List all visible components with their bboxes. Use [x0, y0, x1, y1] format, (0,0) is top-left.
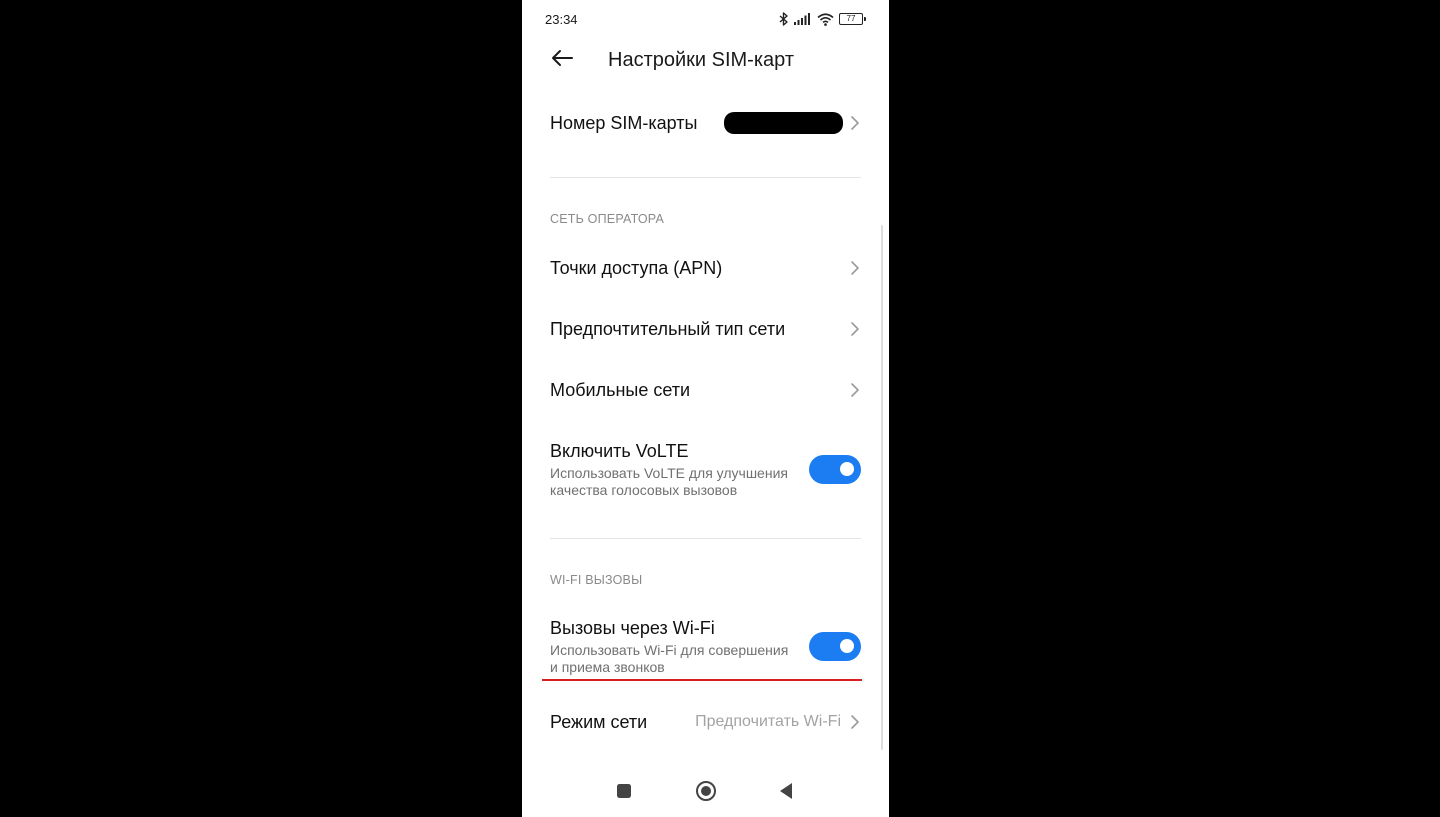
sim-number-label: Номер SIM-карты [550, 112, 698, 133]
page-title: Настройки SIM-карт [608, 49, 794, 71]
wifi-calling-title: Вызовы через Wi-Fi [550, 617, 715, 638]
signal-icon [794, 13, 812, 25]
divider [550, 538, 861, 539]
chevron-right-icon [849, 381, 861, 399]
recents-square-icon [616, 783, 632, 804]
back-triangle-icon [778, 782, 794, 805]
scrollbar[interactable] [881, 225, 883, 750]
preferred-network-label: Предпочтительный тип сети [550, 318, 786, 339]
section-header-operator-network: СЕТЬ ОПЕРАТОРА [550, 212, 665, 226]
wifi-calling-row[interactable]: Вызовы через Wi-Fi Использовать Wi-Fi дл… [550, 616, 861, 676]
volte-row[interactable]: Включить VoLTE Использовать VoLTE для ул… [550, 439, 861, 499]
volte-title: Включить VoLTE [550, 440, 689, 461]
chevron-right-icon [849, 713, 861, 731]
section-header-wifi-calls: WI-FI ВЫЗОВЫ [550, 573, 643, 587]
wifi-calling-text: Вызовы через Wi-Fi Использовать Wi-Fi дл… [550, 617, 788, 676]
arrow-left-icon [550, 49, 574, 72]
wifi-icon [817, 12, 834, 26]
network-mode-value: Предпочитать Wi-Fi [695, 713, 841, 730]
nav-back-button[interactable] [774, 781, 798, 805]
recents-button[interactable] [612, 781, 636, 805]
volte-subtitle-line1: Использовать VoLTE для улучшения [550, 464, 788, 481]
chevron-right-icon [849, 114, 861, 132]
back-button[interactable] [548, 47, 576, 73]
apn-label: Точки доступа (APN) [550, 257, 723, 278]
status-time: 23:34 [545, 12, 578, 27]
divider [550, 177, 861, 178]
home-circle-icon [695, 780, 717, 807]
phone-screen: 23:34 77 Настройки SIM-карт Номер SIM-ка… [522, 0, 889, 817]
wifi-calling-subtitle-line2: и приема звонков [550, 658, 665, 675]
toggle-knob [840, 462, 854, 476]
network-mode-label: Режим сети [550, 711, 648, 732]
volte-toggle[interactable] [809, 454, 861, 484]
network-mode-row[interactable]: Режим сети Предпочитать Wi-Fi [550, 707, 861, 737]
wifi-calling-toggle[interactable] [809, 631, 861, 661]
chevron-right-icon [849, 320, 861, 338]
status-icons: 77 [779, 10, 866, 28]
chevron-right-icon [849, 259, 861, 277]
highlight-underline [542, 679, 862, 681]
battery-icon: 77 [839, 13, 866, 25]
sim-number-row[interactable]: Номер SIM-карты [550, 108, 861, 138]
apn-row[interactable]: Точки доступа (APN) [550, 253, 861, 283]
redacted-sim-number [724, 112, 843, 134]
mobile-networks-row[interactable]: Мобильные сети [550, 375, 861, 405]
toggle-knob [840, 639, 854, 653]
volte-subtitle-line2: качества голосовых вызовов [550, 481, 738, 498]
wifi-calling-subtitle-line1: Использовать Wi-Fi для совершения [550, 641, 789, 658]
preferred-network-row[interactable]: Предпочтительный тип сети [550, 314, 861, 344]
volte-text: Включить VoLTE Использовать VoLTE для ул… [550, 440, 788, 499]
mobile-networks-label: Мобильные сети [550, 379, 691, 400]
bluetooth-icon [779, 12, 789, 26]
home-button[interactable] [694, 780, 718, 807]
